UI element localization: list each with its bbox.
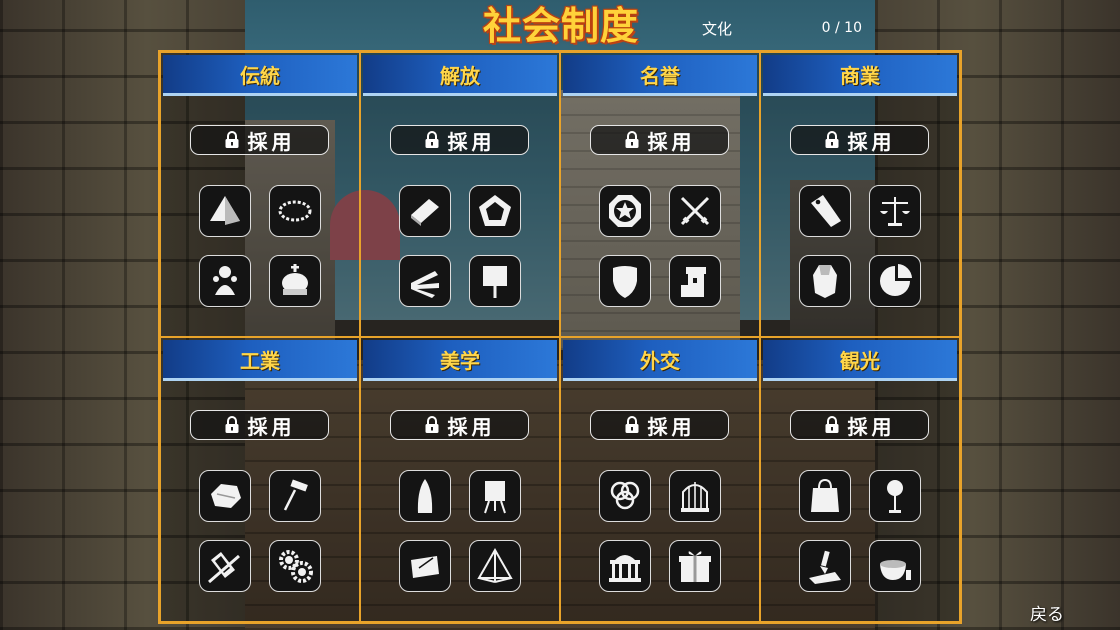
crossed-swords-icon[interactable] [669, 185, 721, 237]
lock-icon [624, 131, 640, 149]
ore-icon[interactable] [199, 470, 251, 522]
three-rings-icon[interactable] [599, 470, 651, 522]
obelisk-icon[interactable] [399, 470, 451, 522]
category-title: 美学 [363, 340, 557, 381]
scroll-icon[interactable] [399, 540, 451, 592]
pentagon-shield-icon[interactable] [469, 185, 521, 237]
gears-icon[interactable] [269, 540, 321, 592]
adopt-button[interactable]: 採用 [790, 410, 929, 440]
policy-icon-group [399, 185, 522, 307]
adopt-button[interactable]: 採用 [390, 410, 529, 440]
policy-category-panel: 名誉採用 [560, 52, 760, 337]
shield-icon[interactable] [599, 255, 651, 307]
adopt-button[interactable]: 採用 [790, 125, 929, 155]
brush-canvas-icon[interactable] [799, 540, 851, 592]
policy-category-panel: 外交採用 [560, 337, 760, 622]
culture-label: 文化 [702, 20, 733, 38]
policy-icon-group [799, 470, 922, 592]
scales-icon[interactable] [869, 185, 921, 237]
adopt-label: 採用 [247, 129, 296, 154]
category-title: 商業 [763, 55, 957, 96]
adopt-label: 採用 [647, 129, 696, 154]
adopt-button[interactable]: 採用 [590, 125, 729, 155]
price-tag-icon[interactable] [799, 185, 851, 237]
adopt-button[interactable]: 採用 [590, 410, 729, 440]
category-title: 解放 [363, 55, 557, 96]
pie-chart-icon[interactable] [869, 255, 921, 307]
lock-icon [224, 131, 240, 149]
policy-icon-group [599, 470, 722, 592]
lock-icon [424, 416, 440, 434]
policy-category-panel: 観光採用 [760, 337, 960, 622]
adopt-button[interactable]: 採用 [390, 125, 529, 155]
category-title: 工業 [163, 340, 357, 381]
gift-box-icon[interactable] [669, 540, 721, 592]
category-title: 伝統 [163, 55, 357, 96]
policy-icon-group [599, 185, 722, 307]
statue-icon[interactable] [199, 255, 251, 307]
thorn-wreath-icon[interactable] [269, 185, 321, 237]
policy-category-panel: 解放採用 [360, 52, 560, 337]
category-title: 観光 [763, 340, 957, 381]
easel-icon[interactable] [469, 470, 521, 522]
back-button[interactable]: 戻る [1030, 600, 1064, 625]
lock-icon [224, 416, 240, 434]
adopt-label: 採用 [847, 414, 896, 439]
gem-icon[interactable] [799, 255, 851, 307]
policy-category-panel: 商業採用 [760, 52, 960, 337]
adopt-label: 採用 [447, 129, 496, 154]
crown-icon[interactable] [269, 255, 321, 307]
adopt-label: 採用 [647, 414, 696, 439]
lock-icon [824, 131, 840, 149]
birdcage-icon[interactable] [669, 470, 721, 522]
screen-title: 社会制度 [482, 3, 639, 48]
adopt-label: 採用 [847, 129, 896, 154]
hammer-icon[interactable] [269, 470, 321, 522]
lock-icon [824, 416, 840, 434]
policy-icon-group [399, 470, 522, 592]
tower-icon[interactable] [669, 255, 721, 307]
adopt-button[interactable]: 採用 [190, 410, 329, 440]
policy-grid: 伝統 採用 解放 採用 名誉 採用 商業 採用 工業 採用 美学 採用 外交 採用 観光 採用 [158, 50, 962, 624]
bowl-icon[interactable] [869, 540, 921, 592]
shopping-bag-icon[interactable] [799, 470, 851, 522]
policy-icon-group [799, 185, 922, 307]
policy-category-panel: 伝統採用 [160, 52, 360, 337]
adopt-label: 採用 [247, 414, 296, 439]
lock-icon [624, 416, 640, 434]
adopt-label: 採用 [447, 414, 496, 439]
book-icon[interactable] [399, 185, 451, 237]
prism-icon[interactable] [469, 540, 521, 592]
lock-icon [424, 131, 440, 149]
pyramid-icon[interactable] [199, 185, 251, 237]
hand-icon[interactable] [399, 255, 451, 307]
policy-icon-group [199, 185, 322, 307]
ruler-icon[interactable] [199, 540, 251, 592]
star-medal-icon[interactable] [599, 185, 651, 237]
placard-icon[interactable] [469, 255, 521, 307]
category-title: 外交 [563, 340, 757, 381]
category-title: 名誉 [563, 55, 757, 96]
policy-category-panel: 美学採用 [360, 337, 560, 622]
policy-icon-group [199, 470, 322, 592]
culture-value: 0 / 10 [821, 20, 862, 36]
adopt-button[interactable]: 採用 [190, 125, 329, 155]
policy-category-panel: 工業採用 [160, 337, 360, 622]
parliament-icon[interactable] [599, 540, 651, 592]
signpost-icon[interactable] [869, 470, 921, 522]
